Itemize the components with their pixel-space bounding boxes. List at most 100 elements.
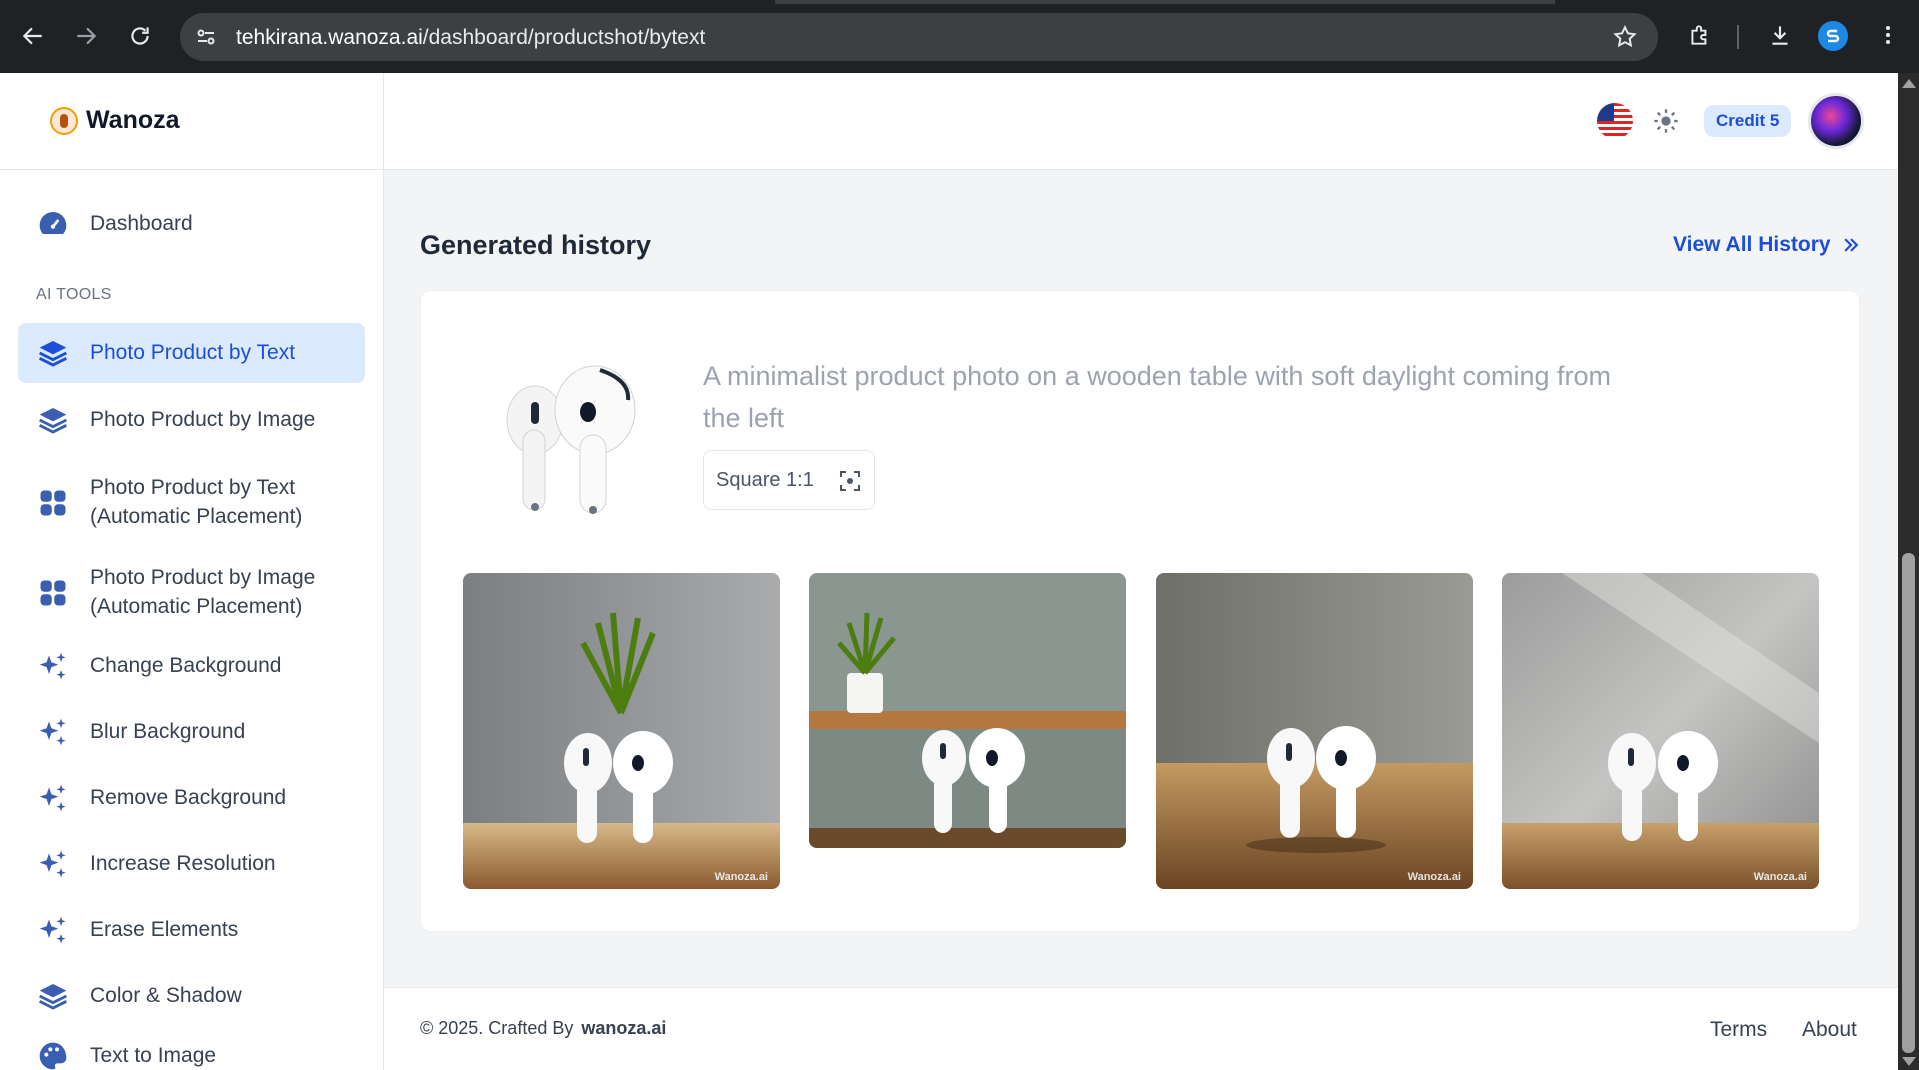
copyright-text: © 2025. Crafted By wanoza.ai xyxy=(420,1018,666,1039)
scroll-up-arrow-icon[interactable] xyxy=(1902,79,1916,88)
site-settings-icon[interactable] xyxy=(194,25,218,49)
layers-icon xyxy=(36,403,70,437)
sidebar-item-label: Dashboard xyxy=(90,212,193,235)
sparkles-icon xyxy=(36,649,70,683)
focus-frame-icon xyxy=(840,471,860,491)
sidebar-item-photo-product-by-text[interactable]: Photo Product by Text xyxy=(18,323,365,383)
grid-icon xyxy=(36,576,70,610)
terms-link[interactable]: Terms xyxy=(1710,1018,1767,1042)
toolbar-divider xyxy=(1737,25,1739,49)
sidebar-item-blur-background[interactable]: Blur Background xyxy=(18,703,365,761)
sidebar-item-label: Photo Product by Image (Automatic Placem… xyxy=(90,566,316,618)
sidebar-item-erase-elements[interactable]: Erase Elements xyxy=(18,901,365,959)
url-text[interactable]: tehkirana.wanoza.ai/dashboard/productsho… xyxy=(236,26,705,50)
layers-icon xyxy=(36,336,70,370)
watermark: Wanoza.ai xyxy=(1753,871,1807,883)
address-bar[interactable]: tehkirana.wanoza.ai/dashboard/productsho… xyxy=(180,13,1658,61)
footer-brand-link[interactable]: wanoza.ai xyxy=(581,1018,666,1038)
view-all-label: View All History xyxy=(1673,233,1831,256)
page-title: Generated history xyxy=(420,230,652,260)
palette-icon xyxy=(36,1039,70,1070)
reload-icon xyxy=(131,27,149,45)
sidebar-item-label: Photo Product by Text (Automatic Placeme… xyxy=(90,476,303,528)
extension-icon-button[interactable] xyxy=(1818,21,1848,51)
scroll-thumb[interactable] xyxy=(1902,553,1915,1053)
generated-image-1[interactable]: Wanoza.ai xyxy=(463,573,780,889)
sidebar-item-color-shadow[interactable]: Color & Shadow xyxy=(18,967,365,1025)
sidebar-item-label: Increase Resolution xyxy=(90,852,276,875)
sidebar-item-label: Photo Product by Image xyxy=(90,408,316,431)
url-path: /dashboard/productshot/bytext xyxy=(422,26,706,49)
aspect-ratio-label: Square 1:1 xyxy=(716,468,814,491)
sparkles-icon xyxy=(36,715,70,749)
grid-icon xyxy=(36,486,70,520)
brand-logo-link[interactable]: Wanoza xyxy=(50,106,180,135)
theme-toggle-sun-icon[interactable] xyxy=(1652,107,1680,135)
generated-photo xyxy=(463,573,780,889)
sidebar-divider xyxy=(0,169,384,170)
wanoza-logo-icon xyxy=(50,106,78,135)
aspect-ratio-tag: Square 1:1 xyxy=(703,450,875,510)
sidebar-item-dashboard[interactable]: Dashboard xyxy=(18,195,365,253)
layers-icon xyxy=(36,979,70,1013)
browser-menu-button[interactable] xyxy=(1873,20,1903,50)
forward-button[interactable] xyxy=(70,20,102,52)
about-link[interactable]: About xyxy=(1802,1018,1857,1042)
view-all-history-link[interactable]: View All History xyxy=(1673,233,1861,257)
scroll-down-arrow-icon[interactable] xyxy=(1902,1057,1916,1066)
generated-photo xyxy=(1156,573,1473,889)
sidebar-item-increase-resolution[interactable]: Increase Resolution xyxy=(18,835,365,893)
sidebar-item-label: Remove Background xyxy=(90,786,287,809)
sidebar-item-label: Change Background xyxy=(90,654,282,677)
sidebar-item-remove-background[interactable]: Remove Background xyxy=(18,769,365,827)
gauge-icon xyxy=(36,207,70,241)
sidebar-item-change-background[interactable]: Change Background xyxy=(18,637,365,695)
s-logo-icon xyxy=(1826,29,1840,43)
sparkles-icon xyxy=(36,847,70,881)
sidebar-item-label: Erase Elements xyxy=(90,918,239,941)
sparkles-icon xyxy=(36,913,70,947)
generated-image-2[interactable] xyxy=(809,573,1126,848)
brand-name: Wanoza xyxy=(86,106,180,134)
section-label-ai-tools: AI TOOLS xyxy=(36,286,112,303)
watermark: Wanoza.ai xyxy=(714,871,768,883)
user-avatar[interactable] xyxy=(1808,93,1864,149)
arrow-right-icon xyxy=(77,27,97,45)
copyright-label: © 2025. Crafted By xyxy=(420,1018,574,1038)
more-vertical-icon xyxy=(1886,26,1890,44)
chevrons-right-icon xyxy=(1843,238,1858,252)
generated-image-3[interactable]: Wanoza.ai xyxy=(1156,573,1473,889)
sidebar-item-label: Photo Product by Text xyxy=(90,341,296,364)
sidebar-item-label: Blur Background xyxy=(90,720,246,743)
sidebar-item-photo-product-by-image-auto[interactable]: Photo Product by Image (Automatic Placem… xyxy=(18,553,365,633)
page-scrollbar[interactable] xyxy=(1898,73,1919,1070)
product-image[interactable] xyxy=(480,350,660,530)
download-icon xyxy=(1772,26,1788,45)
credit-badge[interactable]: Credit 5 xyxy=(1704,105,1792,137)
url-host: tehkirana.wanoza.ai xyxy=(236,26,423,49)
watermark: Wanoza.ai xyxy=(1407,871,1461,883)
prompt-text: A minimalist product photo on a wooden t… xyxy=(703,361,1611,433)
top-header: Credit 5 xyxy=(384,73,1898,170)
extensions-button[interactable] xyxy=(1685,20,1715,50)
sidebar-item-text-to-image[interactable]: Text to Image xyxy=(18,1031,365,1070)
generated-photo xyxy=(1502,573,1819,889)
footer: © 2025. Crafted By wanoza.ai Terms About xyxy=(384,987,1898,1070)
bookmark-star-icon[interactable] xyxy=(1612,24,1638,50)
language-flag-button[interactable] xyxy=(1597,103,1633,139)
sparkles-icon xyxy=(36,781,70,815)
generated-image-4[interactable]: Wanoza.ai xyxy=(1502,573,1819,889)
tab-strip xyxy=(775,0,1555,4)
generated-photo xyxy=(809,573,1126,848)
sidebar-item-label: Text to Image xyxy=(90,1044,217,1067)
downloads-button[interactable] xyxy=(1765,20,1795,50)
back-button[interactable] xyxy=(17,20,49,52)
sidebar: Wanoza Dashboard AI TOOLS Photo Product … xyxy=(0,73,384,1070)
sidebar-item-label: Color & Shadow xyxy=(90,984,242,1007)
puzzle-icon xyxy=(1691,25,1707,45)
browser-toolbar: tehkirana.wanoza.ai/dashboard/productsho… xyxy=(0,0,1919,73)
sidebar-item-photo-product-by-image[interactable]: Photo Product by Image xyxy=(18,391,365,449)
arrow-left-icon xyxy=(22,27,42,45)
reload-button[interactable] xyxy=(124,20,156,52)
sidebar-item-photo-product-by-text-auto[interactable]: Photo Product by Text (Automatic Placeme… xyxy=(18,463,365,543)
